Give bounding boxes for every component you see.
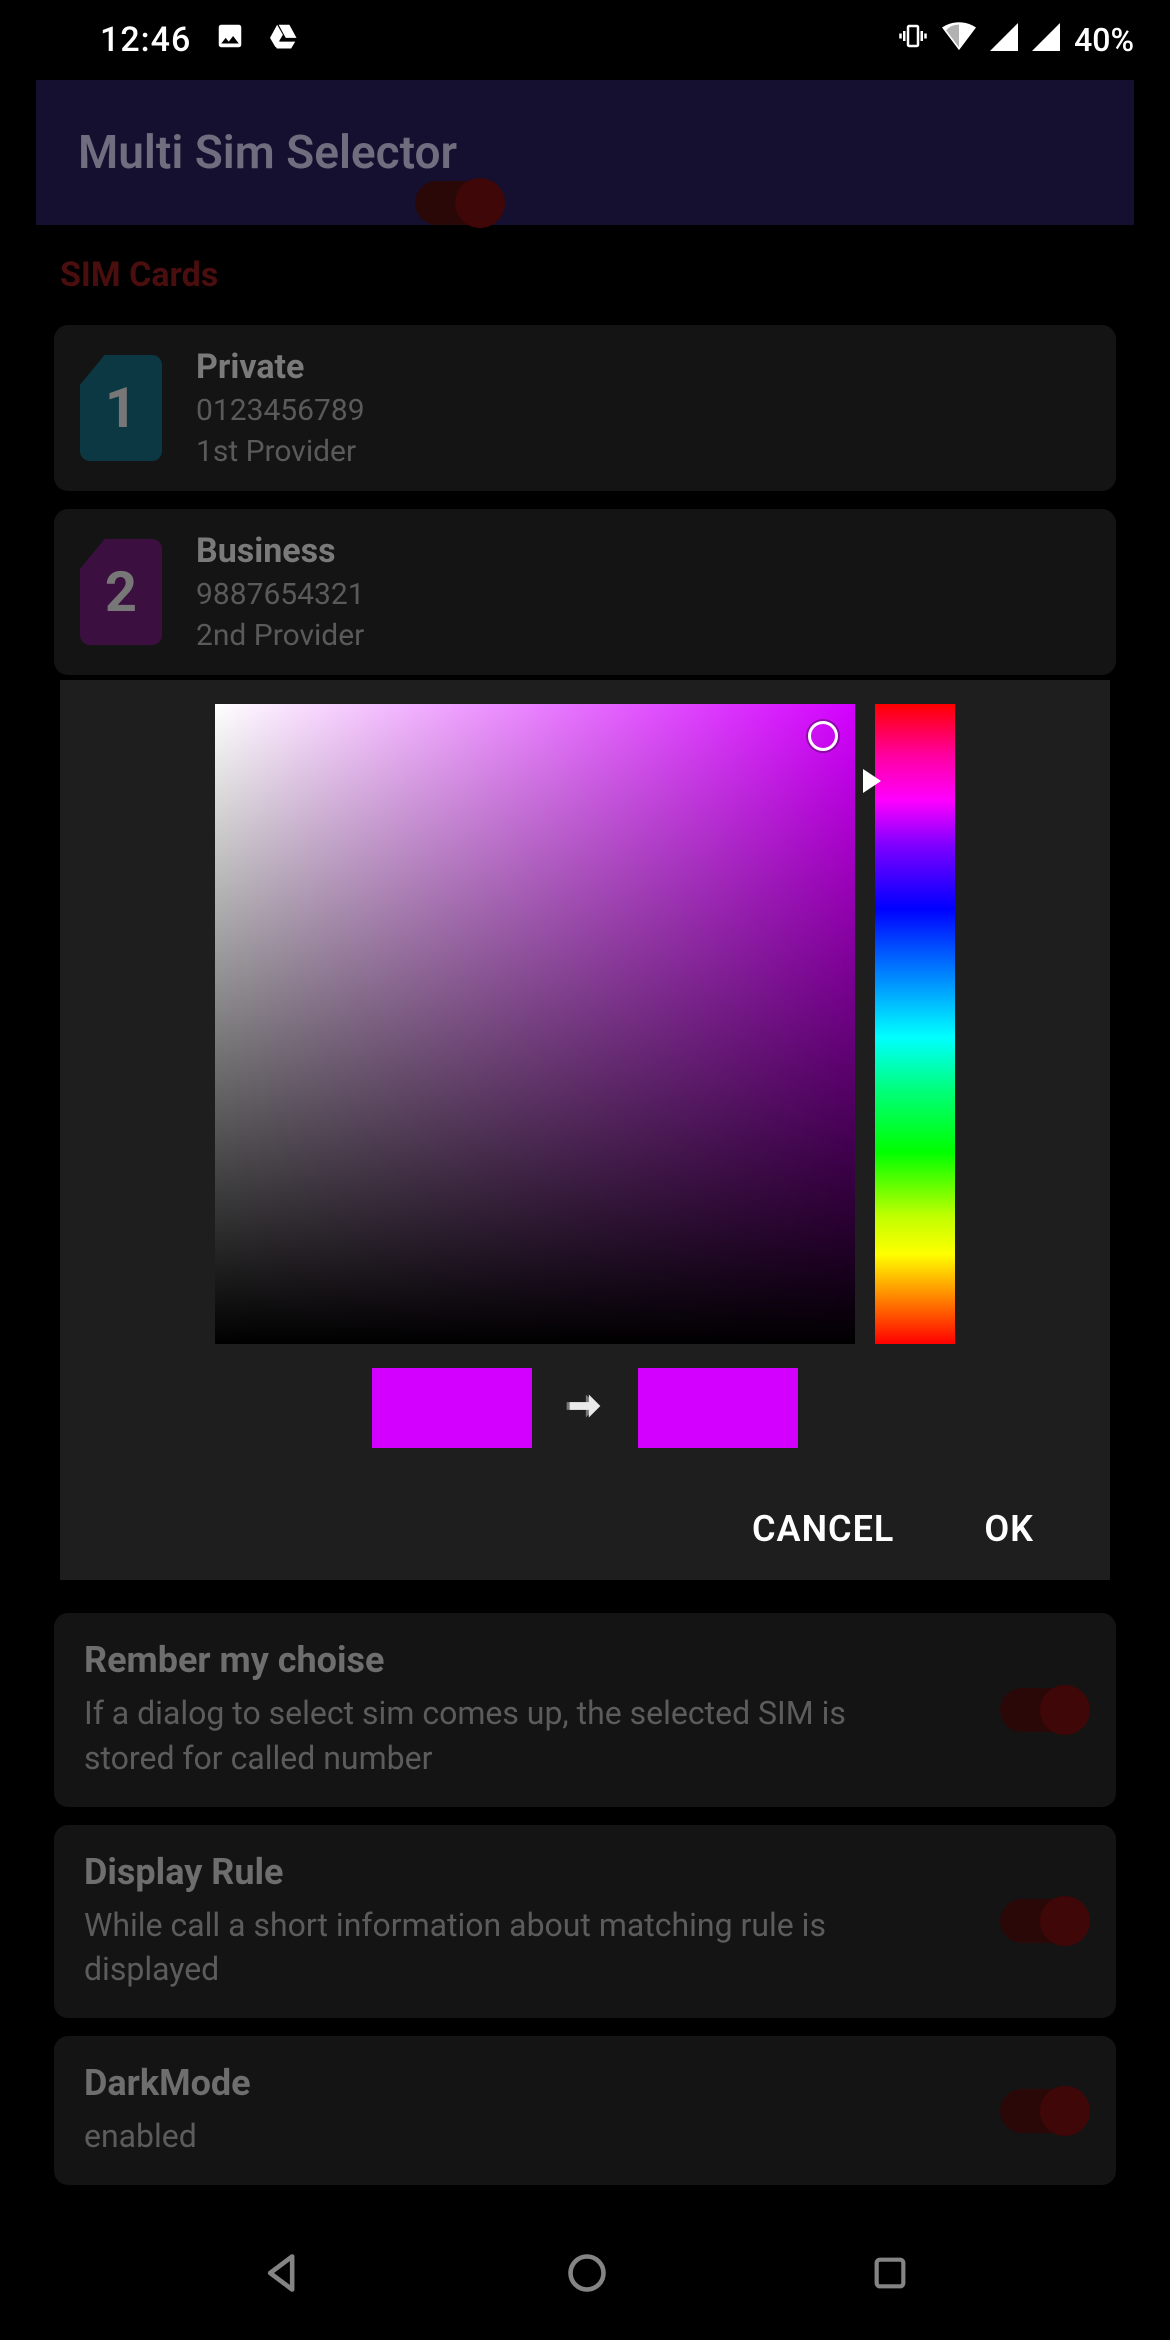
sim-cards-section-label: SIM Cards <box>36 225 1134 325</box>
vibrate-icon <box>898 20 928 60</box>
sim-provider: 2nd Provider <box>196 618 365 653</box>
arrow-right-icon <box>562 1383 608 1433</box>
sim-slot-badge: 1 <box>80 355 162 461</box>
setting-display-rule-toggle[interactable] <box>1000 1899 1086 1943</box>
signal-2-icon <box>1032 20 1060 60</box>
recents-button[interactable] <box>870 2253 910 2297</box>
setting-title: DarkMode <box>84 2062 251 2104</box>
setting-desc: enabled <box>84 2114 251 2159</box>
sim-number: 0123456789 <box>196 393 365 428</box>
setting-remember-toggle[interactable] <box>1000 1688 1086 1732</box>
cancel-button[interactable]: CANCEL <box>752 1508 894 1550</box>
app-header: Multi Sim Selector <box>36 80 1134 225</box>
setting-darkmode[interactable]: DarkMode enabled <box>54 2036 1116 2185</box>
setting-desc: If a dialog to select sim comes up, the … <box>84 1691 904 1781</box>
status-bar: 12:46 40% <box>0 0 1170 80</box>
image-icon <box>215 20 245 60</box>
setting-darkmode-toggle[interactable] <box>1000 2089 1086 2133</box>
hue-slider[interactable] <box>875 704 955 1344</box>
system-nav-bar <box>0 2210 1170 2340</box>
setting-title: Display Rule <box>84 1851 904 1893</box>
wifi-icon <box>942 20 976 60</box>
sv-cursor[interactable] <box>808 721 838 751</box>
setting-display-rule[interactable]: Display Rule While call a short informat… <box>54 1825 1116 2019</box>
signal-1-icon <box>990 20 1018 60</box>
home-button[interactable] <box>565 2251 609 2299</box>
setting-desc: While call a short information about mat… <box>84 1903 904 1993</box>
sim-slot-badge: 2 <box>80 539 162 645</box>
status-time: 12:46 <box>100 20 191 60</box>
app-master-toggle[interactable] <box>415 181 501 225</box>
new-color-swatch <box>638 1368 798 1448</box>
sim-card-1[interactable]: 1 Private 0123456789 1st Provider <box>54 325 1116 491</box>
hue-cursor[interactable] <box>863 769 881 793</box>
setting-title: Rember my choise <box>84 1639 904 1681</box>
sim-name: Business <box>196 531 365 571</box>
page-title: Multi Sim Selector <box>78 126 457 180</box>
ok-button[interactable]: OK <box>984 1508 1034 1550</box>
old-color-swatch <box>372 1368 532 1448</box>
battery-percentage: 40% <box>1074 21 1134 59</box>
saturation-value-panel[interactable] <box>215 704 855 1344</box>
sim-provider: 1st Provider <box>196 434 365 469</box>
sim-card-2[interactable]: 2 Business 9887654321 2nd Provider <box>54 509 1116 675</box>
sim-number: 9887654321 <box>196 577 365 612</box>
back-button[interactable] <box>261 2251 305 2299</box>
sim-name: Private <box>196 347 365 387</box>
color-picker-dialog: CANCEL OK <box>60 680 1110 1580</box>
drive-icon <box>269 20 299 60</box>
setting-remember[interactable]: Rember my choise If a dialog to select s… <box>54 1613 1116 1807</box>
